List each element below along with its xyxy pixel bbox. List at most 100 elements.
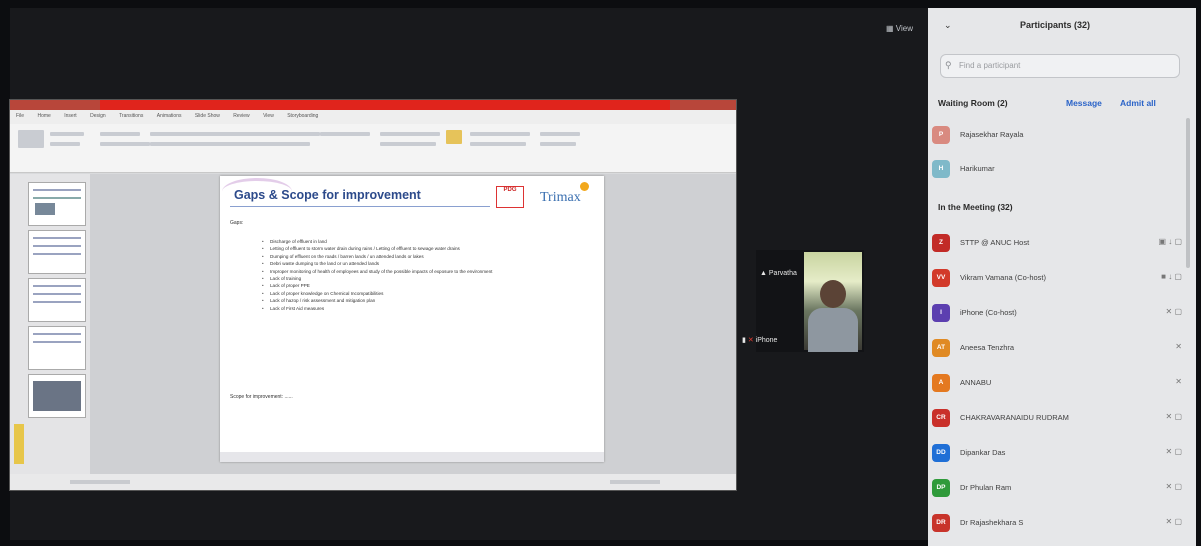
ribbon-tab[interactable]: View — [263, 113, 274, 119]
audio-video-status-icon: ✕ ▢ — [1165, 412, 1182, 421]
participant-row[interactable]: VV Vikram Vamana (Co-host) ■ ↓ ▢ — [928, 265, 1190, 293]
ribbon-tab[interactable]: Review — [233, 113, 249, 119]
ppt-ribbon-tabs: File Home Insert Design Transitions Anim… — [10, 110, 736, 124]
participant-name: CHAKRAVARANAIDU RUDRAM — [960, 413, 1069, 422]
participant-name: iPhone (Co-host) — [960, 308, 1017, 317]
list-item: Lack of hazop / risk assessment and miti… — [262, 297, 592, 305]
message-waiting-button[interactable]: Message — [1066, 98, 1102, 108]
avatar: DP — [932, 479, 950, 497]
ribbon-tab[interactable]: Insert — [64, 113, 77, 119]
waiting-participant[interactable]: P Rajasekhar Rayala — [928, 122, 1190, 150]
slide-title: Gaps & Scope for improvement — [234, 188, 421, 202]
participant-search-input[interactable]: ⚲ Find a participant — [940, 54, 1180, 78]
video-name-top: ▲ Parvatha — [760, 270, 797, 277]
ppt-title-bar — [10, 100, 736, 118]
slide-thumbnail[interactable] — [28, 326, 86, 370]
scope-heading: Scope for improvement: ...... — [230, 394, 293, 400]
participant-row[interactable]: A ANNABU ✕ — [928, 370, 1190, 398]
muted-icon: ✕ — [747, 337, 754, 344]
participants-header: ⌄ Participants (32) — [928, 8, 1196, 46]
ribbon-tab[interactable]: Storyboarding — [287, 113, 318, 119]
list-item: Lack of proper PPE — [262, 282, 592, 290]
list-item: Lack of First Aid measures — [262, 305, 592, 313]
ribbon-tab[interactable]: Transitions — [119, 113, 143, 119]
slide-thumbnail[interactable] — [28, 230, 86, 274]
mic-icon: ▲ — [760, 270, 767, 277]
shared-screen-powerpoint: File Home Insert Design Transitions Anim… — [10, 100, 736, 490]
participant-name: Aneesa Tenzhra — [960, 343, 1015, 352]
view-button[interactable]: ▦ View — [886, 24, 913, 33]
audio-video-status-icon: ■ ↓ ▢ — [1161, 272, 1182, 281]
participant-name: Dr Rajashekhara S — [960, 518, 1024, 527]
participants-panel: ⌄ Participants (32) ⚲ Find a participant… — [928, 8, 1196, 546]
avatar: CR — [932, 409, 950, 427]
participant-name: STTP @ ANUC Host — [960, 238, 1030, 247]
participant-row[interactable]: AT Aneesa Tenzhra ✕ — [928, 335, 1190, 363]
audio-video-status-icon: ✕ ▢ — [1165, 482, 1182, 491]
gaps-list: Discharge of effluent in land Letting of… — [262, 238, 592, 312]
list-item: Lack of proper knowledge on Chemical Inc… — [262, 290, 592, 298]
audio-video-status-icon: ✕ ▢ — [1165, 517, 1182, 526]
avatar: DR — [932, 514, 950, 532]
participant-video — [804, 252, 862, 352]
current-slide: Gaps & Scope for improvement PDG Trimax … — [220, 176, 604, 462]
list-item: Lack of training — [262, 275, 592, 283]
avatar: AT — [932, 339, 950, 357]
participant-name: Dr Phulan Ram — [960, 483, 1012, 492]
participant-row[interactable]: IiPhone (Co-host) ✕ ▢ — [928, 300, 1190, 328]
avatar: VV — [932, 269, 950, 287]
participants-title: Participants (32) — [1020, 20, 1091, 30]
participant-name: ANNABU — [960, 378, 992, 387]
list-item: Dumping of effluent on the roads / barre… — [262, 253, 592, 261]
audio-video-status-icon: ✕ ▢ — [1165, 307, 1182, 316]
ribbon-tab[interactable]: Animations — [157, 113, 182, 119]
ribbon-tab[interactable]: Home — [37, 113, 50, 119]
ppt-status-bar — [10, 474, 736, 490]
participant-row[interactable]: DR Dr Rajashekhara S ✕ ▢ — [928, 510, 1190, 538]
participant-name: Harikumar — [960, 164, 995, 173]
audio-video-status-icon: ▣ ↓ ▢ — [1158, 237, 1182, 246]
ribbon-tab[interactable]: File — [16, 113, 24, 119]
video-tile[interactable]: ▲ Parvatha ▮ ✕ iPhone — [742, 250, 864, 352]
participant-name: Rajasekhar Rayala — [960, 130, 1024, 139]
slide-editing-area: Gaps & Scope for improvement PDG Trimax … — [90, 174, 736, 474]
list-item: Discharge of effluent in land — [262, 238, 592, 246]
trimax-logo: Trimax — [540, 190, 581, 205]
list-item: Letting of effluent to storm water drain… — [262, 245, 592, 253]
ribbon-tab[interactable]: Design — [90, 113, 106, 119]
participant-row[interactable]: DP Dr Phulan Ram ✕ ▢ — [928, 475, 1190, 503]
participant-row[interactable]: Z STTP @ ANUC Host ▣ ↓ ▢ — [928, 230, 1190, 258]
search-icon: ⚲ — [945, 60, 952, 70]
in-meeting-header: In the Meeting (32) — [938, 202, 1013, 212]
audio-video-status-icon: ✕ — [1175, 342, 1182, 351]
admit-all-button[interactable]: Admit all — [1120, 98, 1156, 108]
avatar: A — [932, 374, 950, 392]
ppt-ribbon — [10, 124, 736, 173]
avatar: H — [932, 160, 950, 178]
list-item: Debri waste dumping to the land or un at… — [262, 260, 592, 268]
pdg-logo: PDG — [496, 186, 524, 208]
participant-row[interactable]: DD Dipankar Das ✕ ▢ — [928, 440, 1190, 468]
participant-name: Dipankar Das — [960, 448, 1006, 457]
audio-video-status-icon: ✕ ▢ — [1165, 447, 1182, 456]
ribbon-tab[interactable]: Slide Show — [195, 113, 220, 119]
participant-name: Vikram Vamana (Co-host) — [960, 273, 1047, 282]
video-name-label: ▮ ✕ iPhone — [742, 337, 778, 344]
slide-thumbnail[interactable] — [28, 278, 86, 322]
participant-row[interactable]: CR CHAKRAVARANAIDU RUDRAM ✕ ▢ — [928, 405, 1190, 433]
slide-thumbnail[interactable] — [28, 182, 86, 226]
waiting-participant[interactable]: H Harikumar — [928, 156, 1190, 184]
avatar: Z — [932, 234, 950, 252]
slide-thumbnail[interactable] — [28, 374, 86, 418]
avatar: I — [932, 304, 950, 322]
slide-thumbnails — [10, 174, 90, 474]
scrollbar[interactable] — [1186, 118, 1190, 268]
waiting-room-header: Waiting Room (2) Message Admit all — [938, 98, 1156, 108]
sun-logo-mark — [580, 182, 589, 191]
list-item: Improper monitoring of health of employe… — [262, 268, 592, 276]
audio-video-status-icon: ✕ — [1175, 377, 1182, 386]
collapse-chevron-icon[interactable]: ⌄ — [944, 20, 952, 31]
avatar: DD — [932, 444, 950, 462]
gaps-heading: Gaps: — [230, 220, 244, 226]
signal-icon: ▮ — [742, 337, 746, 344]
